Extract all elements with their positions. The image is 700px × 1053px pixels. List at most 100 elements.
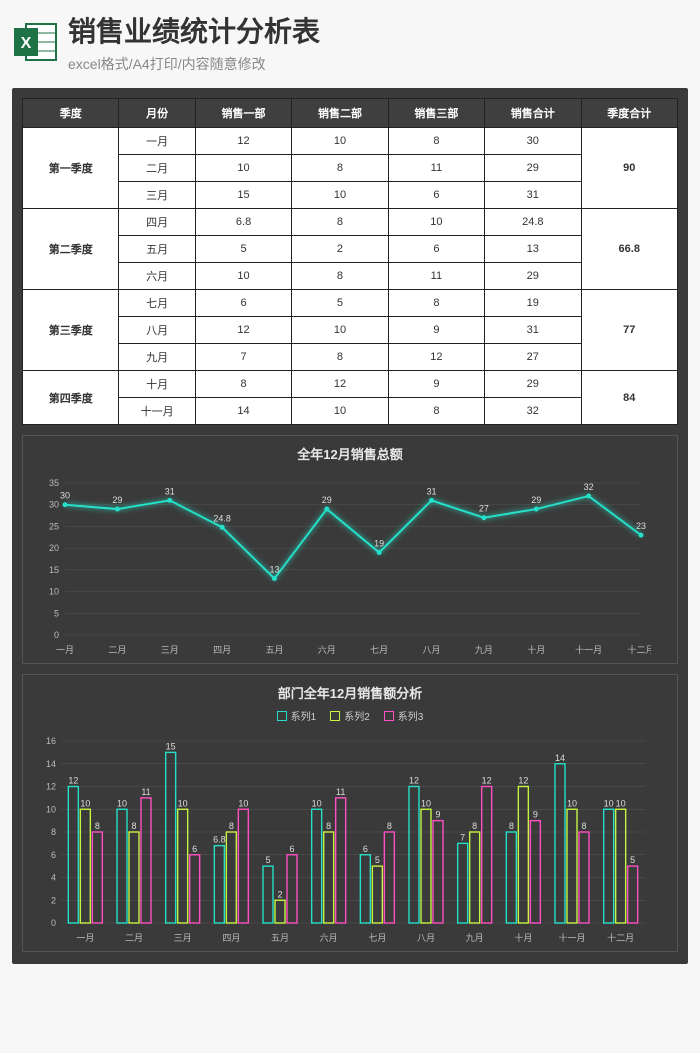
chart-title: 部门全年12月销售额分析	[31, 683, 669, 702]
quarter-total: 84	[581, 371, 677, 425]
svg-text:二月: 二月	[108, 645, 126, 655]
sales-table: 季度月份销售一部销售二部销售三部销售合计季度合计 第一季度一月121083090…	[22, 98, 678, 425]
cell: 8	[388, 128, 484, 155]
svg-text:15: 15	[166, 741, 176, 751]
cell: 30	[485, 128, 581, 155]
cell: 8	[292, 209, 388, 236]
svg-text:8: 8	[509, 821, 514, 831]
svg-text:12: 12	[46, 782, 56, 792]
svg-text:六月: 六月	[318, 644, 336, 655]
col-header: 月份	[119, 99, 195, 128]
cell: 六月	[119, 263, 195, 290]
cell: 2	[292, 236, 388, 263]
svg-text:5: 5	[375, 855, 380, 865]
cell: 一月	[119, 128, 195, 155]
cell: 四月	[119, 209, 195, 236]
svg-text:十二月: 十二月	[627, 644, 651, 655]
svg-text:27: 27	[479, 504, 489, 514]
svg-text:12: 12	[482, 776, 492, 786]
cell: 十月	[119, 371, 195, 398]
cell: 十一月	[119, 398, 195, 425]
cell: 8	[292, 344, 388, 371]
excel-icon: X	[12, 18, 60, 66]
cell: 8	[292, 263, 388, 290]
col-header: 季度	[23, 99, 119, 128]
cell: 6.8	[195, 209, 291, 236]
table-row: 十一月1410832	[23, 398, 678, 425]
svg-text:20: 20	[49, 543, 59, 553]
svg-text:5: 5	[54, 608, 59, 618]
table-row: 九月781227	[23, 344, 678, 371]
svg-text:X: X	[21, 35, 32, 52]
cell: 29	[485, 155, 581, 182]
svg-text:6.8: 6.8	[213, 835, 226, 845]
cell: 五月	[119, 236, 195, 263]
svg-text:29: 29	[112, 495, 122, 505]
svg-text:6: 6	[363, 844, 368, 854]
svg-text:一月: 一月	[76, 933, 94, 943]
header: X 销售业绩统计分析表 excel格式/A4打印/内容随意修改	[12, 10, 688, 74]
quarter-total: 66.8	[581, 209, 677, 290]
cell: 10	[292, 317, 388, 344]
quarter-cell: 第一季度	[23, 128, 119, 209]
svg-text:4: 4	[51, 873, 56, 883]
svg-text:8: 8	[95, 821, 100, 831]
sheet: 季度月份销售一部销售二部销售三部销售合计季度合计 第一季度一月121083090…	[12, 88, 688, 964]
svg-text:8: 8	[131, 821, 136, 831]
svg-text:八月: 八月	[417, 933, 435, 943]
table-row: 三月1510631	[23, 182, 678, 209]
table-row: 六月1081129	[23, 263, 678, 290]
svg-text:30: 30	[49, 500, 59, 510]
svg-text:10: 10	[49, 587, 59, 597]
page-title: 销售业绩统计分析表	[68, 10, 688, 50]
svg-text:9: 9	[533, 810, 538, 820]
cell: 10	[292, 128, 388, 155]
svg-text:8: 8	[326, 821, 331, 831]
cell: 5	[195, 236, 291, 263]
svg-text:29: 29	[322, 495, 332, 505]
svg-text:八月: 八月	[423, 645, 441, 655]
cell: 12	[195, 128, 291, 155]
cell: 31	[485, 317, 581, 344]
cell: 11	[388, 155, 484, 182]
svg-text:10: 10	[117, 798, 127, 808]
svg-text:三月: 三月	[174, 933, 192, 943]
table-row: 第三季度七月6581977	[23, 290, 678, 317]
svg-text:15: 15	[49, 565, 59, 575]
svg-text:十月: 十月	[527, 644, 545, 655]
cell: 31	[485, 182, 581, 209]
cell: 8	[292, 155, 388, 182]
cell: 二月	[119, 155, 195, 182]
cell: 13	[485, 236, 581, 263]
svg-text:9: 9	[435, 810, 440, 820]
svg-text:2: 2	[277, 889, 282, 899]
svg-text:6: 6	[192, 844, 197, 854]
cell: 12	[195, 317, 291, 344]
svg-text:六月: 六月	[320, 932, 338, 943]
svg-text:24.8: 24.8	[213, 513, 231, 523]
svg-text:13: 13	[269, 565, 279, 575]
chart-title: 全年12月销售总额	[31, 444, 669, 463]
cell: 15	[195, 182, 291, 209]
svg-text:14: 14	[46, 759, 56, 769]
svg-text:10: 10	[312, 798, 322, 808]
svg-text:七月: 七月	[368, 933, 386, 943]
svg-text:四月: 四月	[222, 933, 240, 943]
svg-text:十一月: 十一月	[558, 932, 585, 943]
svg-text:10: 10	[604, 798, 614, 808]
col-header: 销售合计	[485, 99, 581, 128]
cell: 9	[388, 317, 484, 344]
svg-text:5: 5	[265, 855, 270, 865]
legend: 系列1系列2系列3	[31, 708, 669, 723]
cell: 9	[388, 371, 484, 398]
cell: 29	[485, 263, 581, 290]
cell: 27	[485, 344, 581, 371]
page-subtitle: excel格式/A4打印/内容随意修改	[68, 54, 688, 74]
table-row: 五月52613	[23, 236, 678, 263]
svg-text:6: 6	[51, 850, 56, 860]
cell: 24.8	[485, 209, 581, 236]
svg-text:25: 25	[49, 521, 59, 531]
svg-text:23: 23	[636, 521, 646, 531]
svg-text:二月: 二月	[125, 933, 143, 943]
svg-text:19: 19	[374, 538, 384, 548]
